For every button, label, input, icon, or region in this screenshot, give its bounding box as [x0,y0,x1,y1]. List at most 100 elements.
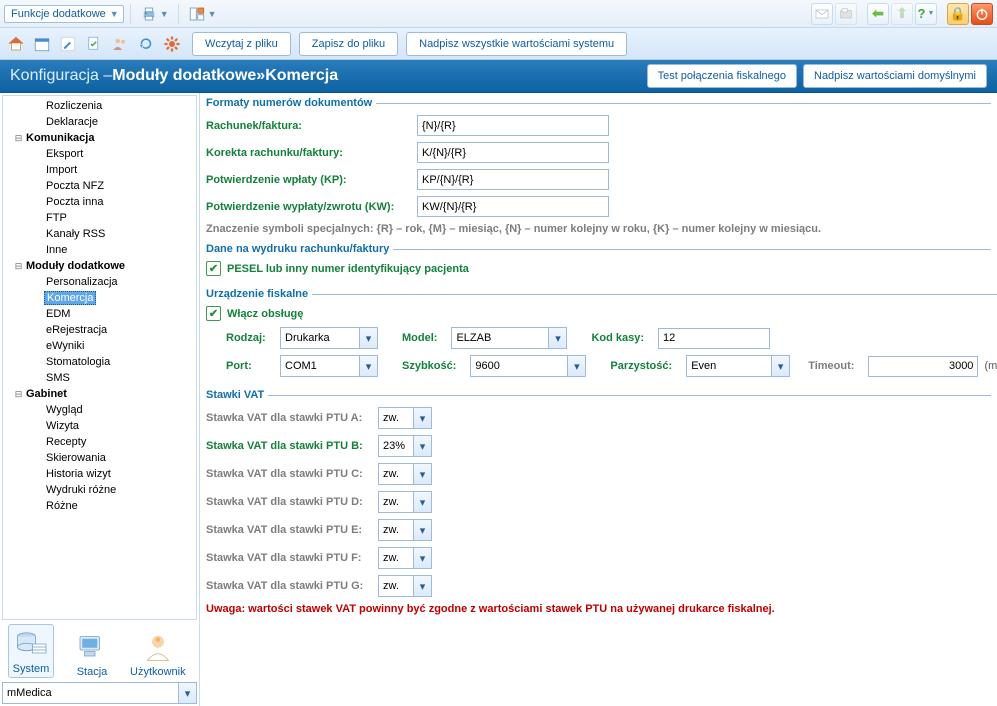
tree-item[interactable]: ⊟Moduły dodatkowe [9,258,196,274]
tree-item-label: Komunikacja [24,132,94,144]
vat-select[interactable]: 23%▾ [378,435,432,457]
tree-item[interactable]: ⊟Komunikacja [9,130,196,146]
fiscal-model-label: Model: [384,332,445,344]
vat-select[interactable]: zw.▾ [378,575,432,597]
tree-item[interactable]: Recepty [9,434,196,450]
tree-item-label: Rozliczenia [44,100,102,112]
tree-item[interactable]: Poczta inna [9,194,196,210]
left-column: Rozliczenia Deklaracje⊟KomunikacjaEksport… [0,93,200,706]
tree-item[interactable]: Wizyta [9,418,196,434]
load-from-file-button[interactable]: Wczytaj z pliku [192,32,291,56]
override-system-button[interactable]: Nadpisz wszystkie wartościami systemu [406,32,627,56]
fiscal-enable-checkbox[interactable]: ✔ [206,306,221,321]
fax-button[interactable] [835,3,857,25]
reset-defaults-button[interactable]: Nadpisz wartościami domyślnymi [803,64,987,88]
layout-dropdown[interactable]: ▼ [185,2,220,26]
tree-item[interactable]: Wydruki różne [9,482,196,498]
profile-select[interactable]: mMedica ▾ [2,682,197,704]
save-to-file-button[interactable]: Zapisz do pliku [299,32,398,56]
fiscal-model-select[interactable]: ELZAB▾ [451,327,567,349]
fiscal-kind-select[interactable]: Drukarka▾ [280,327,378,349]
tree-item[interactable]: FTP [9,210,196,226]
config-tree-scroll[interactable]: Rozliczenia Deklaracje⊟KomunikacjaEksport… [2,95,197,620]
tree-item[interactable]: Historia wizyt [9,466,196,482]
tree-item[interactable]: Skierowania [9,450,196,466]
layout-icon [188,5,206,23]
vat-row: Stawka VAT dla stawki PTU E:zw.▾ [206,519,991,541]
tree-item-label: Poczta NFZ [44,180,104,192]
fiscal-cashier-input[interactable] [658,328,770,349]
format-input[interactable] [417,142,609,163]
tree-item[interactable]: Rozliczenia [9,98,196,114]
tree-item[interactable]: Stomatologia [9,354,196,370]
user-doctor-icon [138,630,178,664]
scope-tab-user[interactable]: Użytkownik [130,630,186,678]
format-input[interactable] [417,196,609,217]
tree-item-label: Skierowania [44,452,106,464]
lock-button[interactable]: 🔒 [947,3,969,25]
power-button[interactable] [971,3,993,25]
calendar-button[interactable] [30,32,54,56]
vat-row: Stawka VAT dla stawki PTU F:zw.▾ [206,547,991,569]
tree-item[interactable]: eWyniki [9,338,196,354]
fiscal-speed-select[interactable]: 9600▾ [470,355,586,377]
fiscal-test-button[interactable]: Test połączenia fiskalnego [647,64,797,88]
format-input[interactable] [417,115,609,136]
chevron-down-icon: ▾ [359,356,377,376]
vat-select[interactable]: zw.▾ [378,519,432,541]
vat-label: Stawka VAT dla stawki PTU D: [206,496,372,508]
fiscal-timeout-input[interactable] [868,356,978,377]
tree-item[interactable]: Eksport [9,146,196,162]
tree-item[interactable]: Import [9,162,196,178]
functions-dropdown[interactable]: Funkcje dodatkowe ▼ [4,5,124,23]
tree-item-label: Moduły dodatkowe [24,260,125,272]
scope-tab-label: Stacja [77,666,108,678]
select-value: zw. [379,496,413,508]
tree-item[interactable]: Inne [9,242,196,258]
users-button[interactable] [108,32,132,56]
tree-item[interactable]: EDM [9,306,196,322]
gear-button[interactable] [160,32,184,56]
tree-item-label: Kanały RSS [44,228,105,240]
tree-item[interactable]: Poczta NFZ [9,178,196,194]
vat-select[interactable]: zw.▾ [378,547,432,569]
sign-button[interactable] [56,32,80,56]
format-label: Potwierdzenie wypłaty/zwrotu (KW): [206,201,411,213]
scope-tab-stacja[interactable]: Stacja [72,630,112,678]
topbar: Funkcje dodatkowe ▼ ▼ ▼ ⬅ ⬆ ?▼ 🔒 [0,0,997,28]
format-input[interactable] [417,169,609,190]
print-dropdown[interactable]: ▼ [137,2,172,26]
tree-item[interactable]: Personalizacja [9,274,196,290]
mail-button[interactable] [811,3,833,25]
vat-select[interactable]: zw.▾ [378,407,432,429]
fiscal-kind-label: Rodzaj: [226,332,274,344]
nav-back-button[interactable]: ⬅ [867,3,889,25]
tree-item[interactable]: Wygląd [9,402,196,418]
tree-item[interactable]: Deklaracje [9,114,196,130]
tree-item[interactable]: SMS [9,370,196,386]
vat-row: Stawka VAT dla stawki PTU G:zw.▾ [206,575,991,597]
tree-item[interactable]: Kanały RSS [9,226,196,242]
pesel-checkbox[interactable]: ✔ [206,261,221,276]
fiscal-port-select[interactable]: COM1▾ [280,355,378,377]
help-dropdown[interactable]: ?▼ [915,3,937,25]
vat-select[interactable]: zw.▾ [378,463,432,485]
tree-item[interactable]: ⊟Gabinet [9,386,196,402]
calendar-icon [33,35,51,53]
users-icon [111,35,129,53]
tree-item[interactable]: Różne [9,498,196,514]
group-fiscal-device: Urządzenie fiskalne ✔ Włącz obsługę Rodz… [206,288,997,385]
tree-item[interactable]: eRejestracja [9,322,196,338]
fiscal-parity-select[interactable]: Even▾ [686,355,790,377]
tree-item-label: Inne [44,244,67,256]
format-row: Potwierdzenie wpłaty (KP): [206,169,991,190]
vat-select[interactable]: zw.▾ [378,491,432,513]
home-button[interactable] [4,32,28,56]
tree-item-label: Wizyta [44,420,79,432]
doc-check-button[interactable] [82,32,106,56]
scope-tab-system[interactable]: System [8,624,54,678]
refresh-button[interactable] [134,32,158,56]
fiscal-parity-label: Parzystość: [592,360,680,372]
tree-item[interactable]: Komercja [9,290,196,306]
nav-up-button[interactable]: ⬆ [891,3,913,25]
